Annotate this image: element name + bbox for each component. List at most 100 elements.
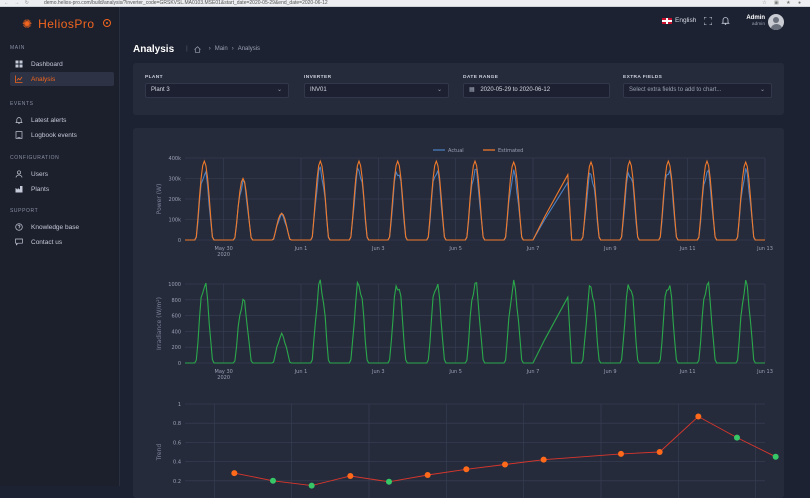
x-tick-label: Jun 1	[294, 246, 308, 252]
factory-icon	[15, 185, 23, 193]
series-line	[185, 279, 765, 364]
trend-point[interactable]	[656, 449, 663, 455]
x-tick-label: Jun 13	[756, 246, 773, 252]
sidebar-toggle-icon[interactable]	[103, 19, 111, 27]
breadcrumb-item-main[interactable]: Main	[215, 46, 228, 52]
sidebar-item-label: Logbook events	[31, 131, 77, 139]
chevron-right-icon: ›	[231, 46, 234, 52]
brand-name: HeliosPro	[38, 17, 95, 31]
y-tick-label: 100k	[169, 218, 182, 224]
trend-point[interactable]	[463, 466, 470, 473]
extra-fields-label: EXTRA FIELDS	[623, 75, 663, 80]
x-tick-label: Jun 9	[603, 369, 617, 375]
y-axis-label: Trend	[156, 444, 163, 462]
trend-point[interactable]	[618, 450, 624, 457]
y-tick-label: 0	[178, 361, 181, 367]
chart-panel: 0 100k 200k 300k 400k May 30 2020 Jun 1 Jun 3 Jun…	[133, 128, 784, 498]
trend-point[interactable]	[424, 472, 431, 479]
sidebar-section-title: SUPPORT	[10, 208, 39, 214]
sidebar-item-label: Latest alerts	[31, 116, 67, 124]
x-year-label: 2020	[217, 375, 230, 381]
trend-point[interactable]	[734, 434, 740, 441]
sidebar-item-contact-us[interactable]: Contact us	[10, 235, 114, 249]
language-selector[interactable]: English	[675, 17, 696, 24]
date-range-picker[interactable]: ▦ 2020-05-29 to 2020-06-12	[463, 83, 610, 98]
trend-point[interactable]	[270, 477, 276, 484]
topbar: English Admin admin	[121, 7, 810, 37]
inverter-select[interactable]: INV01 ⌄	[304, 83, 449, 98]
sidebar-item-analysis[interactable]: Analysis	[10, 72, 114, 86]
plant-label: PLANT	[145, 75, 163, 80]
sidebar-item-label: Plants	[31, 185, 50, 193]
page-title: Analysis	[133, 43, 175, 55]
y-tick-label: 200k	[169, 197, 182, 203]
legend-label[interactable]: Actual	[448, 148, 464, 154]
x-tick-label: Jun 7	[526, 246, 540, 252]
x-tick-label: Jun 5	[448, 246, 462, 252]
help-icon	[15, 223, 23, 231]
date-range-value: 2020-05-29 to 2020-06-12	[480, 87, 551, 93]
trend-point[interactable]	[540, 456, 547, 463]
dashboard-icon	[15, 60, 23, 68]
user-name[interactable]: Admin	[735, 15, 765, 21]
chat-icon	[15, 238, 23, 246]
browser-chrome: ← → ↻ demo.helios-pro.com/build/analysis…	[0, 0, 810, 7]
y-tick-label: 0.6	[173, 440, 181, 446]
sidebar-item-latest-alerts[interactable]: Latest alerts	[10, 113, 114, 127]
x-tick-label: Jun 13	[756, 369, 773, 375]
x-year-label: 2020	[217, 252, 230, 258]
notifications-bell-icon[interactable]	[721, 16, 730, 25]
browser-extension-icons[interactable]: ☆ ▣ ★ ●	[762, 0, 804, 6]
extra-fields-placeholder: Select extra fields to add to chart...	[629, 87, 722, 93]
fullscreen-icon[interactable]	[704, 17, 712, 25]
avatar[interactable]	[768, 14, 784, 30]
home-icon[interactable]	[193, 45, 201, 53]
sidebar-item-users[interactable]: Users	[10, 167, 114, 181]
trend-point[interactable]	[231, 470, 238, 477]
analysis-charts[interactable]: 0100k200k300k400kMay 302020Jun 1 Jun 3 Jun…	[133, 128, 784, 498]
sidebar-item-logbook-events[interactable]: Logbook events	[10, 128, 114, 142]
address-bar[interactable]: demo.helios-pro.com/build/analysis/?inve…	[44, 0, 328, 6]
y-tick-label: 0	[178, 238, 181, 244]
y-axis-label: Power (W)	[156, 184, 163, 215]
legend-label[interactable]: Estimated	[498, 148, 523, 154]
bell-icon	[15, 116, 23, 124]
trend-point[interactable]	[695, 413, 702, 420]
brand-logo[interactable]: ✺ HeliosPro	[22, 17, 95, 31]
sidebar-item-label: Analysis	[31, 75, 56, 83]
y-tick-label: 800	[171, 298, 181, 304]
y-tick-label: 300k	[169, 177, 182, 183]
x-tick-label: Jun 1	[294, 369, 308, 375]
sidebar-item-dashboard[interactable]: Dashboard	[10, 57, 114, 71]
y-tick-label: 0.4	[173, 460, 181, 466]
trend-line	[234, 415, 776, 487]
breadcrumb-item-analysis: Analysis	[237, 46, 261, 52]
calendar-icon: ▦	[469, 87, 475, 93]
plant-select[interactable]: Plant 3 ⌄	[145, 83, 289, 98]
y-tick-label: 200	[171, 345, 181, 351]
trend-point[interactable]	[772, 453, 779, 460]
browser-nav-icons[interactable]: ← → ↻	[4, 0, 31, 6]
trend-point[interactable]	[347, 473, 354, 479]
sun-logo-icon: ✺	[22, 17, 33, 31]
chart-icon	[15, 75, 23, 83]
user-role: admin	[751, 22, 765, 27]
sidebar-item-plants[interactable]: Plants	[10, 182, 114, 196]
user-icon	[15, 170, 23, 178]
x-tick-label: Jun 9	[603, 246, 617, 252]
logbook-icon	[15, 131, 23, 139]
filter-panel: PLANT Plant 3 ⌄ INVERTER INV01 ⌄ DATE RA…	[133, 63, 784, 115]
date-range-label: DATE RANGE	[463, 75, 499, 80]
sidebar-item-label: Contact us	[31, 238, 63, 246]
y-tick-label: 1000	[168, 282, 181, 288]
y-tick-label: 0.2	[173, 479, 181, 485]
trend-point[interactable]	[386, 478, 392, 485]
sidebar: ✺ HeliosPro MAIN Dashboard Analysis EVENTS L…	[0, 7, 120, 486]
sidebar-section-title: MAIN	[10, 45, 25, 51]
trend-point[interactable]	[502, 461, 508, 468]
extra-fields-select[interactable]: Select extra fields to add to chart... ⌄	[623, 83, 772, 98]
sidebar-item-knowledge-base[interactable]: Knowledge base	[10, 220, 114, 234]
uk-flag-icon[interactable]	[662, 18, 672, 24]
x-tick-label: Jun 3	[371, 369, 385, 375]
x-tick-label: Jun 3	[371, 246, 385, 252]
